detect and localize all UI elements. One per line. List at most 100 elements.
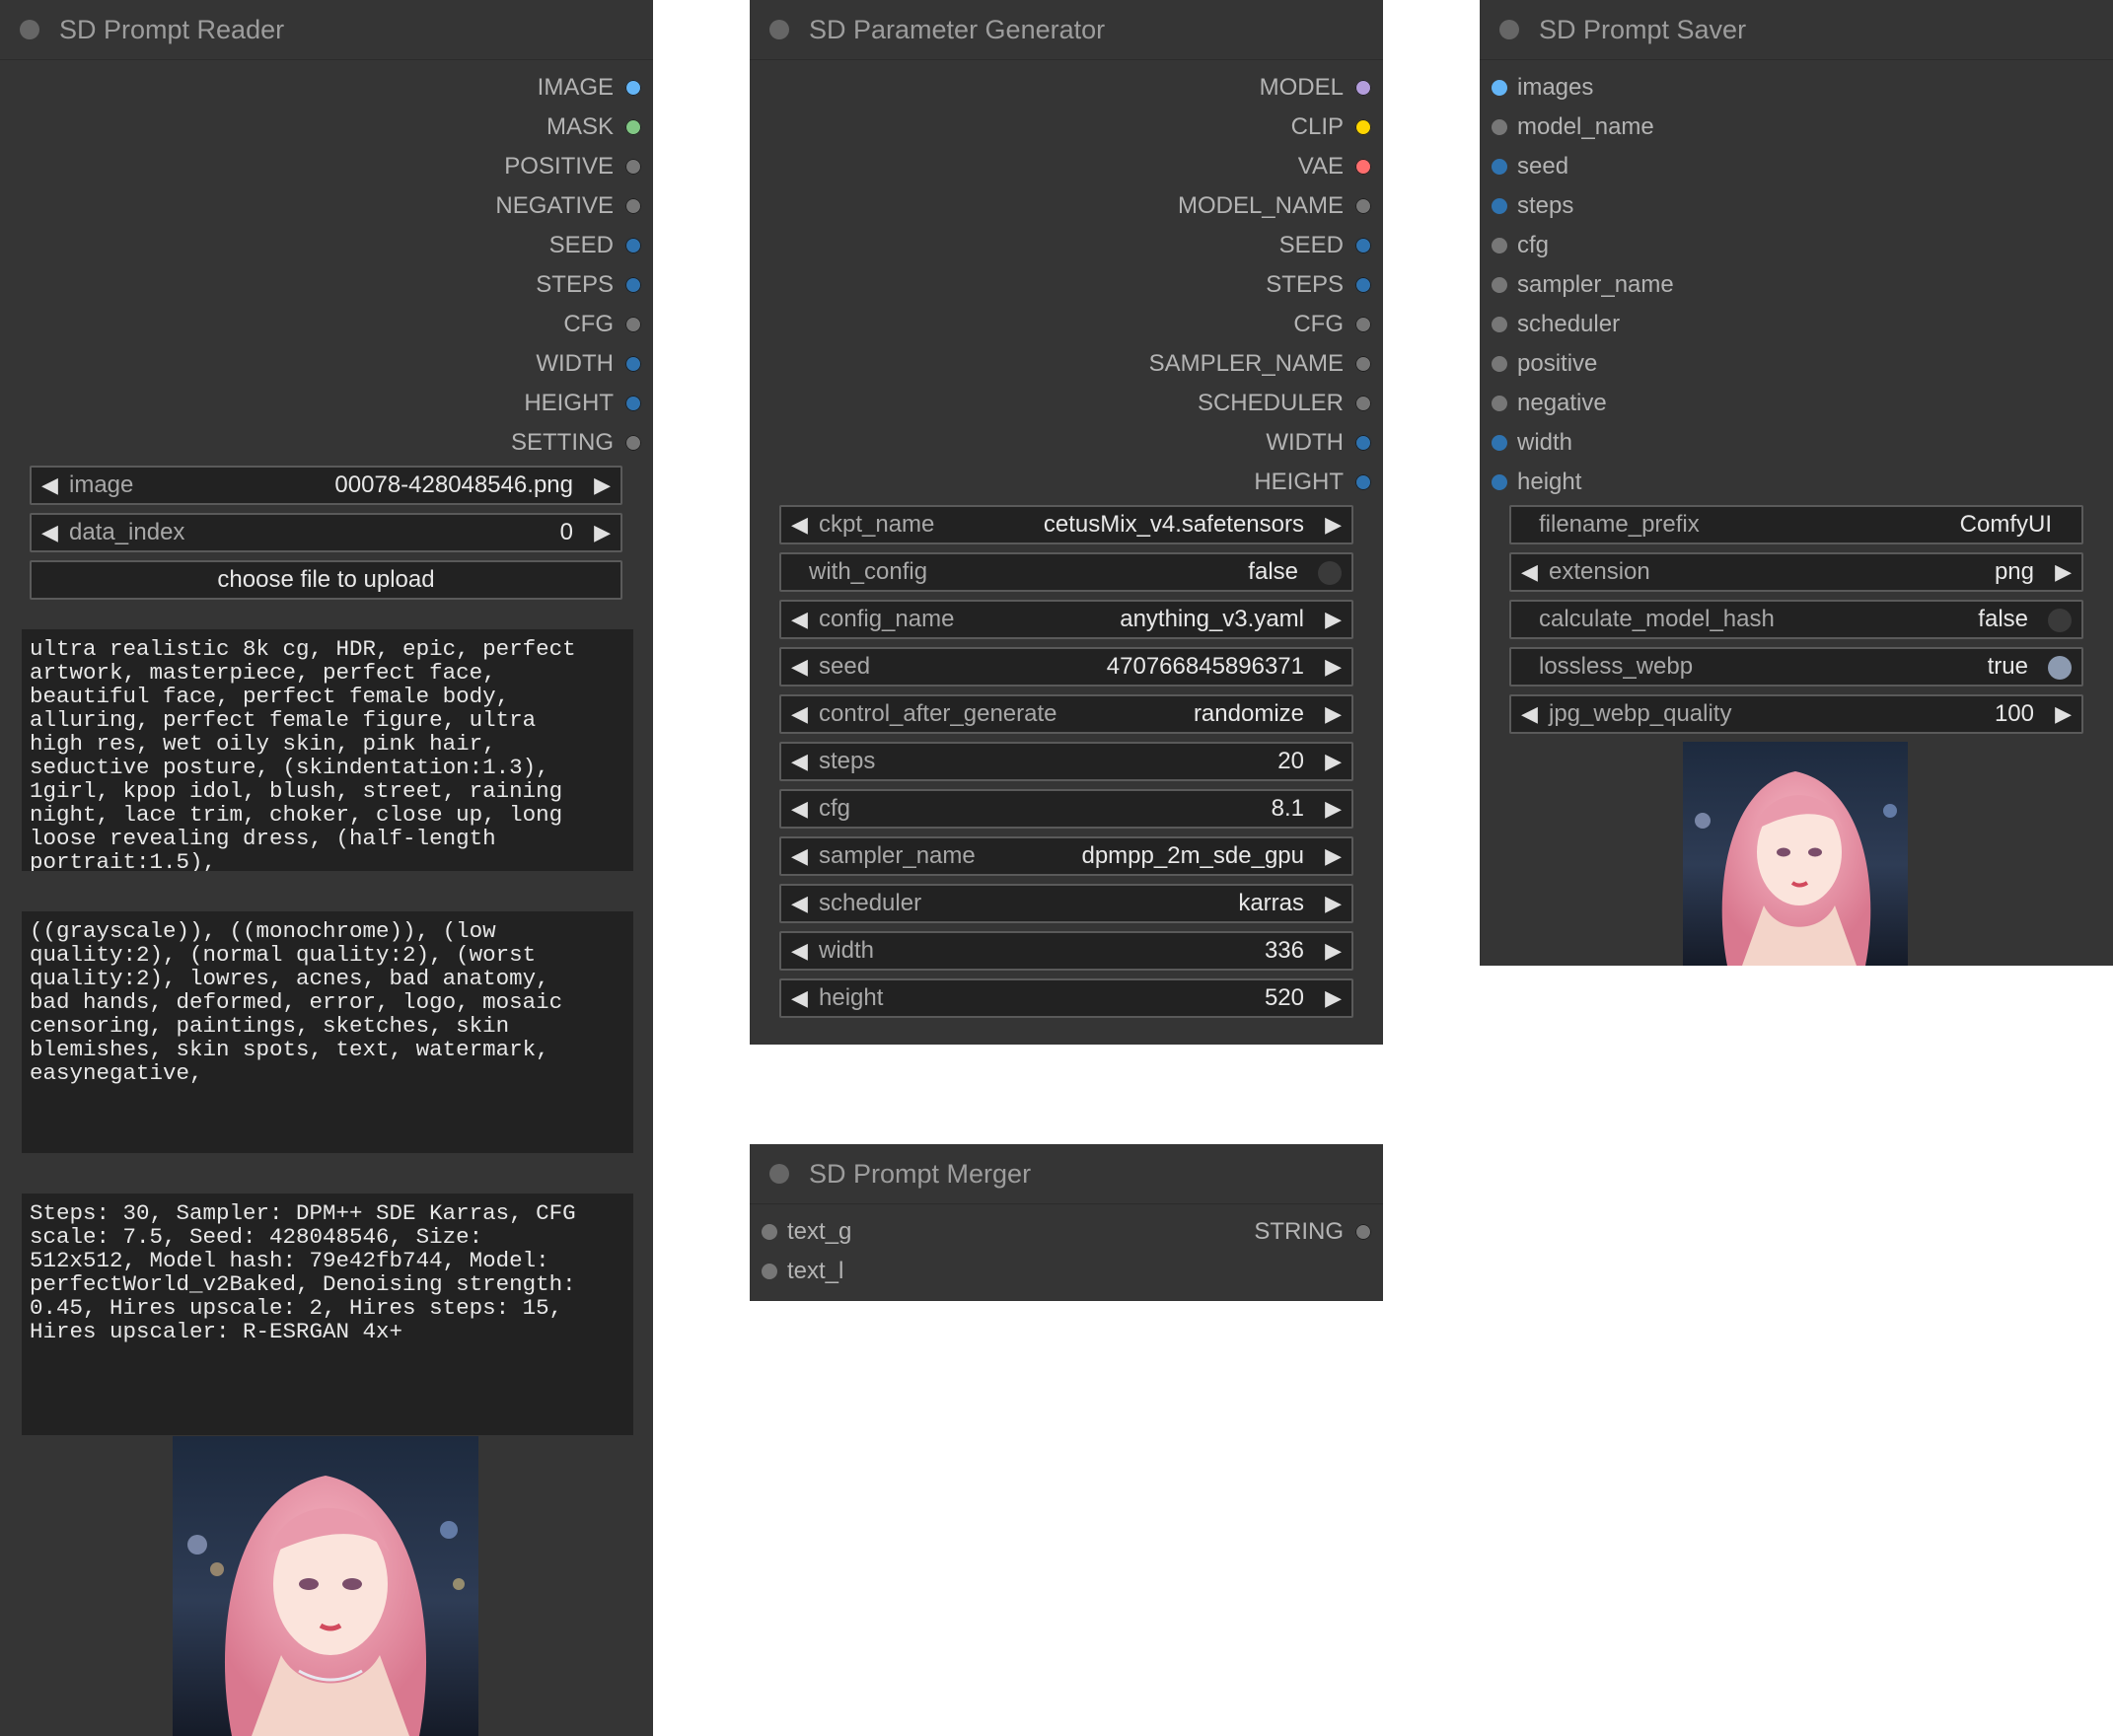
seed-widget[interactable]: ◀ seed 470766845896371 ▶ <box>779 647 1353 687</box>
arrow-left-icon[interactable]: ◀ <box>41 515 58 550</box>
input-socket-text-g[interactable]: text_g <box>750 1212 1046 1252</box>
socket-dot[interactable] <box>1492 474 1507 490</box>
output-socket-model[interactable]: MODEL <box>988 68 1383 108</box>
output-socket-sampler-name[interactable]: SAMPLER_NAME <box>988 344 1383 384</box>
socket-dot[interactable] <box>1492 356 1507 372</box>
settings-textarea[interactable]: Steps: 30, Sampler: DPM++ SDE Karras, CF… <box>22 1194 633 1435</box>
arrow-left-icon[interactable]: ◀ <box>791 791 808 827</box>
input-socket-positive[interactable]: positive <box>1480 344 1874 384</box>
extension-widget[interactable]: ◀ extension png ▶ <box>1509 552 2083 592</box>
output-socket-mask[interactable]: MASK <box>258 108 653 147</box>
output-socket-model-name[interactable]: MODEL_NAME <box>988 186 1383 226</box>
arrow-right-icon[interactable]: ▶ <box>1325 838 1342 874</box>
input-socket-seed[interactable]: seed <box>1480 147 1874 186</box>
ckpt-name-widget[interactable]: ◀ ckpt_name cetusMix_v4.safetensors ▶ <box>779 505 1353 544</box>
output-socket-height[interactable]: HEIGHT <box>258 384 653 423</box>
filename-prefix-widget[interactable]: filename_prefix ComfyUI <box>1509 505 2083 544</box>
data-index-widget[interactable]: ◀ data_index 0 ▶ <box>30 513 622 552</box>
output-socket-negative[interactable]: NEGATIVE <box>258 186 653 226</box>
input-socket-cfg[interactable]: cfg <box>1480 226 1874 265</box>
output-socket-width[interactable]: WIDTH <box>988 423 1383 463</box>
output-socket-clip[interactable]: CLIP <box>988 108 1383 147</box>
input-socket-width[interactable]: width <box>1480 423 1874 463</box>
socket-dot[interactable] <box>625 356 641 372</box>
socket-dot[interactable] <box>1492 396 1507 411</box>
arrow-left-icon[interactable]: ◀ <box>791 602 808 637</box>
arrow-left-icon[interactable]: ◀ <box>791 649 808 685</box>
socket-dot[interactable] <box>1355 356 1371 372</box>
cfg-widget[interactable]: ◀ cfg 8.1 ▶ <box>779 789 1353 829</box>
arrow-right-icon[interactable]: ▶ <box>1325 744 1342 779</box>
sampler-name-widget[interactable]: ◀ sampler_name dpmpp_2m_sde_gpu ▶ <box>779 836 1353 876</box>
toggle-knob-icon[interactable] <box>1318 561 1342 585</box>
output-socket-scheduler[interactable]: SCHEDULER <box>988 384 1383 423</box>
socket-dot[interactable] <box>625 277 641 293</box>
input-socket-negative[interactable]: negative <box>1480 384 1874 423</box>
output-socket-image[interactable]: IMAGE <box>258 68 653 108</box>
input-socket-model-name[interactable]: model_name <box>1480 108 1874 147</box>
socket-dot[interactable] <box>1355 159 1371 175</box>
output-socket-height[interactable]: HEIGHT <box>988 463 1383 502</box>
sd-prompt-reader-node[interactable]: SD Prompt Reader IMAGE MASK POSITIVE NEGATI… <box>0 0 653 1736</box>
socket-dot[interactable] <box>1492 238 1507 253</box>
arrow-left-icon[interactable]: ◀ <box>791 886 808 921</box>
socket-dot[interactable] <box>1355 435 1371 451</box>
toggle-knob-icon[interactable] <box>2048 609 2072 632</box>
arrow-right-icon[interactable]: ▶ <box>1325 696 1342 732</box>
sd-prompt-merger-node[interactable]: SD Prompt Merger text_g text_l STRING <box>750 1144 1383 1301</box>
negative-prompt-textarea[interactable]: ((grayscale)), ((monochrome)), (low qual… <box>22 911 633 1153</box>
arrow-left-icon[interactable]: ◀ <box>791 507 808 542</box>
input-socket-height[interactable]: height <box>1480 463 1874 502</box>
output-socket-setting[interactable]: SETTING <box>258 423 653 463</box>
lossless-webp-widget[interactable]: lossless_webp true <box>1509 647 2083 687</box>
arrow-right-icon[interactable]: ▶ <box>594 515 611 550</box>
steps-widget[interactable]: ◀ steps 20 ▶ <box>779 742 1353 781</box>
output-socket-steps[interactable]: STEPS <box>258 265 653 305</box>
output-socket-seed[interactable]: SEED <box>988 226 1383 265</box>
input-socket-sampler-name[interactable]: sampler_name <box>1480 265 1874 305</box>
jpg-webp-quality-widget[interactable]: ◀ jpg_webp_quality 100 ▶ <box>1509 694 2083 734</box>
arrow-left-icon[interactable]: ◀ <box>1521 696 1538 732</box>
arrow-right-icon[interactable]: ▶ <box>1325 602 1342 637</box>
input-socket-images[interactable]: images <box>1480 68 1874 108</box>
arrow-left-icon[interactable]: ◀ <box>791 696 808 732</box>
socket-dot[interactable] <box>625 435 641 451</box>
output-socket-cfg[interactable]: CFG <box>988 305 1383 344</box>
arrow-right-icon[interactable]: ▶ <box>1325 791 1342 827</box>
arrow-right-icon[interactable]: ▶ <box>1325 980 1342 1016</box>
socket-dot[interactable] <box>1492 119 1507 135</box>
socket-dot[interactable] <box>1492 277 1507 293</box>
config-name-widget[interactable]: ◀ config_name anything_v3.yaml ▶ <box>779 600 1353 639</box>
node-title-bar[interactable]: SD Prompt Reader <box>0 0 653 60</box>
input-socket-steps[interactable]: steps <box>1480 186 1874 226</box>
arrow-left-icon[interactable]: ◀ <box>791 838 808 874</box>
arrow-left-icon[interactable]: ◀ <box>1521 554 1538 590</box>
node-title-bar[interactable]: SD Prompt Saver <box>1480 0 2113 60</box>
collapse-dot-icon[interactable] <box>769 20 789 39</box>
sd-prompt-saver-node[interactable]: SD Prompt Saver images model_name seed step… <box>1480 0 2113 966</box>
arrow-left-icon[interactable]: ◀ <box>41 468 58 503</box>
sd-parameter-generator-node[interactable]: SD Parameter Generator MODEL CLIP VAE MODEL… <box>750 0 1383 1045</box>
node-title-bar[interactable]: SD Prompt Merger <box>750 1144 1383 1204</box>
positive-prompt-textarea[interactable]: ultra realistic 8k cg, HDR, epic, perfec… <box>22 629 633 871</box>
input-socket-scheduler[interactable]: scheduler <box>1480 305 1874 344</box>
arrow-right-icon[interactable]: ▶ <box>594 468 611 503</box>
collapse-dot-icon[interactable] <box>1499 20 1519 39</box>
socket-dot[interactable] <box>1355 396 1371 411</box>
socket-dot[interactable] <box>1492 159 1507 175</box>
output-socket-width[interactable]: WIDTH <box>258 344 653 384</box>
output-socket-vae[interactable]: VAE <box>988 147 1383 186</box>
input-socket-text-l[interactable]: text_l <box>750 1252 1046 1291</box>
with-config-widget[interactable]: with_config false <box>779 552 1353 592</box>
node-title-bar[interactable]: SD Parameter Generator <box>750 0 1383 60</box>
socket-dot[interactable] <box>1355 1224 1371 1240</box>
socket-dot[interactable] <box>625 119 641 135</box>
arrow-left-icon[interactable]: ◀ <box>791 980 808 1016</box>
arrow-right-icon[interactable]: ▶ <box>1325 933 1342 969</box>
socket-dot[interactable] <box>1492 435 1507 451</box>
socket-dot[interactable] <box>1492 317 1507 332</box>
arrow-left-icon[interactable]: ◀ <box>791 933 808 969</box>
socket-dot[interactable] <box>1355 238 1371 253</box>
socket-dot[interactable] <box>625 159 641 175</box>
arrow-right-icon[interactable]: ▶ <box>2055 554 2072 590</box>
